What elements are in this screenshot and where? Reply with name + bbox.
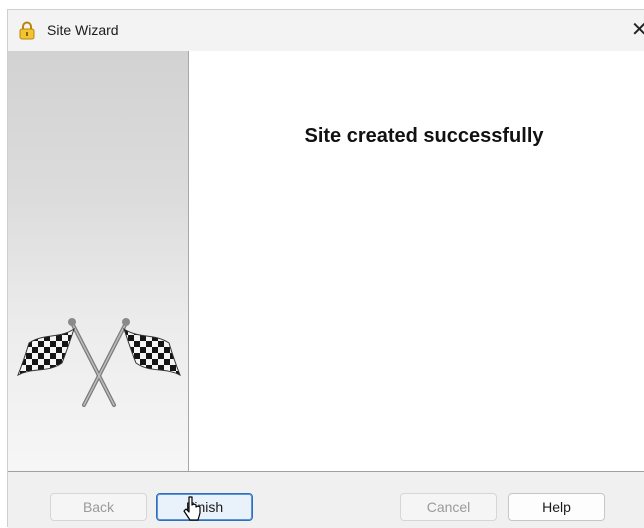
site-wizard-window: Site Wizard ✕ Site created successfully … (7, 9, 644, 528)
lock-icon (19, 21, 35, 40)
help-button[interactable]: Help (508, 493, 605, 521)
close-icon: ✕ (631, 19, 644, 41)
wizard-content: Site created successfully (190, 51, 644, 471)
cancel-button[interactable]: Cancel (400, 493, 497, 521)
close-button[interactable]: ✕ (631, 15, 644, 45)
checkered-flags-icon (17, 318, 181, 407)
wizard-side-panel (8, 51, 189, 471)
success-heading: Site created successfully (304, 125, 544, 147)
back-button[interactable]: Back (50, 493, 147, 521)
title-bar: Site Wizard ✕ (8, 10, 644, 51)
wizard-footer: Back Finish Cancel Help (8, 471, 644, 528)
finish-button[interactable]: Finish (156, 493, 253, 521)
window-title: Site Wizard (47, 22, 119, 38)
